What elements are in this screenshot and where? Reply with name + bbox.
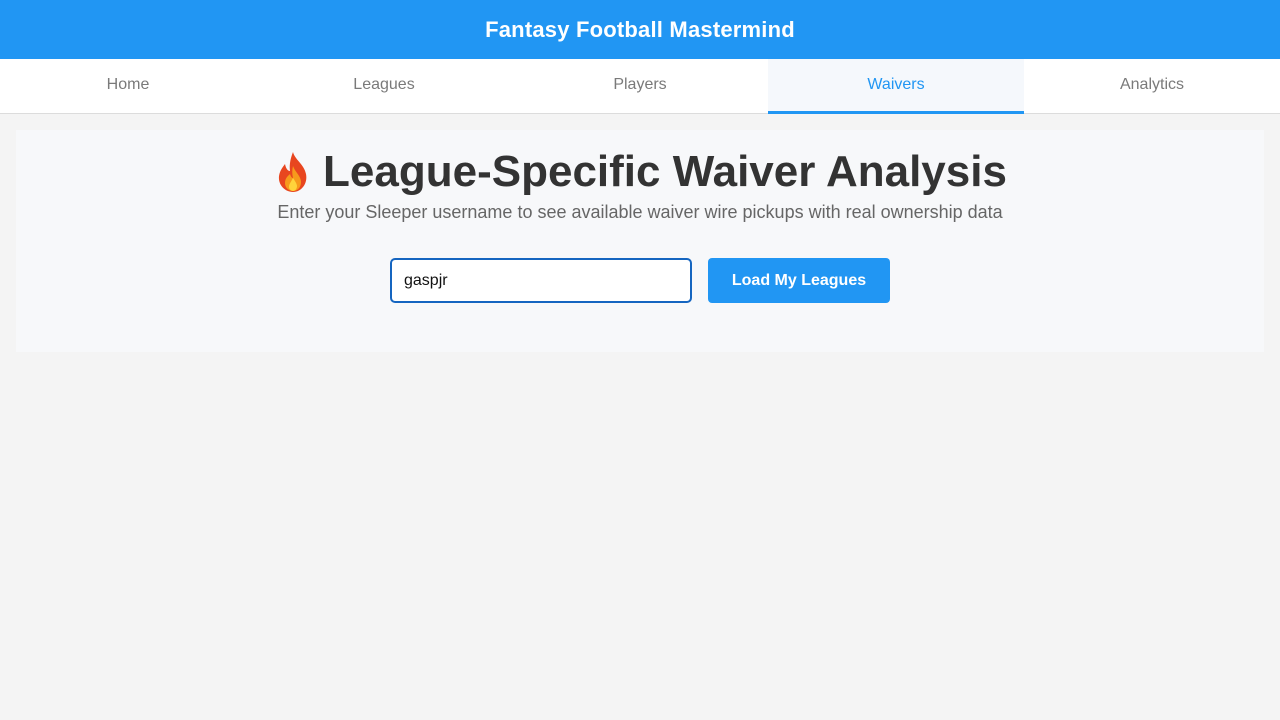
page-subtitle: Enter your Sleeper username to see avail… <box>277 202 1003 222</box>
waiver-analysis-panel: League-Specific Waiver Analysis Enter yo… <box>16 130 1264 352</box>
username-form: Load My Leagues <box>16 258 1264 303</box>
app-header: Fantasy Football Mastermind <box>0 0 1280 59</box>
tab-home[interactable]: Home <box>0 59 256 114</box>
username-input[interactable] <box>390 258 692 303</box>
tab-waivers[interactable]: Waivers <box>768 59 1024 114</box>
load-leagues-button[interactable]: Load My Leagues <box>708 258 890 303</box>
flame-icon <box>273 150 313 194</box>
tab-leagues[interactable]: Leagues <box>256 59 512 114</box>
tab-analytics[interactable]: Analytics <box>1024 59 1280 114</box>
app-title: Fantasy Football Mastermind <box>485 16 795 42</box>
page-title-row: League-Specific Waiver Analysis <box>16 149 1264 195</box>
tab-players[interactable]: Players <box>512 59 768 114</box>
page-title: League-Specific Waiver Analysis <box>323 147 1007 196</box>
nav-bar: Home Leagues Players Waivers Analytics <box>0 59 1280 114</box>
